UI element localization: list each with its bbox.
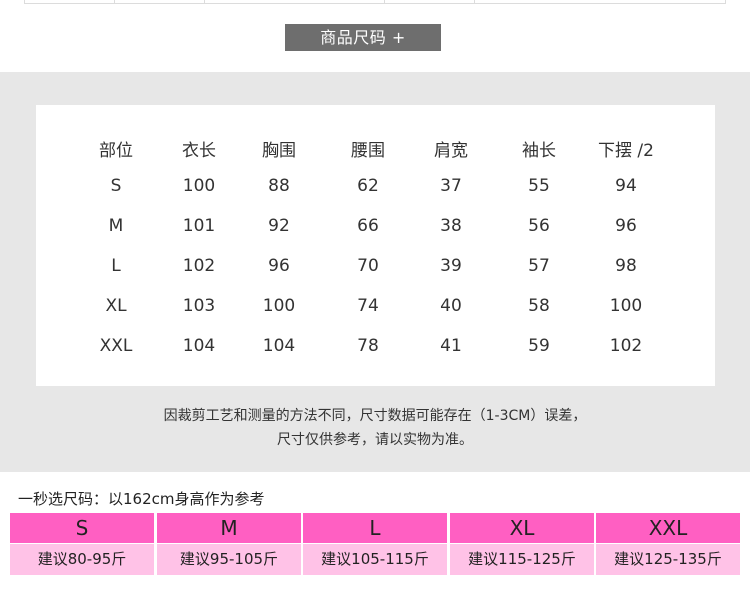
quick-size-weight: 建议115-125斤 — [450, 544, 594, 575]
quick-size-weight: 建议80-95斤 — [10, 544, 154, 575]
size-chart-table: 部位 衣长 胸围 腰围 肩宽 袖长 下摆 /2 S 100 88 62 37 55 94 M 101 92 66 3… — [36, 105, 715, 386]
table-header-cell: 衣长 — [182, 141, 216, 161]
table-header-cell: 部位 — [99, 141, 133, 161]
measurement-note-line-1: 因裁剪工艺和测量的方法不同，尺寸数据可能存在（1-3CM）误差， — [163, 408, 587, 424]
table-cell: 58 — [528, 296, 550, 316]
table-cell: 100 — [609, 296, 643, 316]
quick-size-label: S — [10, 513, 154, 543]
table-cell: 102 — [609, 336, 643, 356]
quick-size-grid: S 建议80-95斤 M 建议95-105斤 L 建议105-115斤 XL 建… — [10, 513, 740, 575]
table-row-size-label: S — [110, 176, 122, 196]
table-cell: 88 — [268, 176, 290, 196]
table-cell: 56 — [528, 216, 550, 236]
quick-size-label: M — [157, 513, 301, 543]
table-cell: 59 — [528, 336, 550, 356]
table-header-cell: 腰围 — [351, 141, 385, 161]
quick-size-label: XL — [450, 513, 594, 543]
table-header-cell: 下摆 /2 — [598, 141, 654, 161]
table-cell: 98 — [615, 256, 637, 276]
quick-size-column: L 建议105-115斤 — [303, 513, 447, 575]
size-chart-card: 部位 衣长 胸围 腰围 肩宽 袖长 下摆 /2 S 100 88 62 37 55 94 M 101 92 66 3… — [36, 105, 715, 386]
table-header-cell: 袖长 — [522, 141, 556, 161]
size-section-banner: 商品尺码 + — [285, 24, 441, 51]
quick-size-column: XXL 建议125-135斤 — [596, 513, 740, 575]
quick-size-weight: 建议95-105斤 — [157, 544, 301, 575]
table-cell: 100 — [262, 296, 296, 316]
quick-size-column: XL 建议115-125斤 — [450, 513, 594, 575]
quick-size-column: M 建议95-105斤 — [157, 513, 301, 575]
table-cell: 101 — [182, 216, 216, 236]
table-cell: 66 — [357, 216, 379, 236]
table-row-size-label: L — [111, 256, 121, 276]
quick-size-weight: 建议105-115斤 — [303, 544, 447, 575]
measurement-note-line-2: 尺寸仅供参考，请以实物为准。 — [277, 432, 473, 448]
table-cell: 37 — [440, 176, 462, 196]
table-cell: 74 — [357, 296, 379, 316]
table-cell: 62 — [357, 176, 379, 196]
table-cell: 103 — [182, 296, 216, 316]
table-cell: 39 — [440, 256, 462, 276]
table-cell: 78 — [357, 336, 379, 356]
table-cell: 40 — [440, 296, 462, 316]
table-cell: 94 — [615, 176, 637, 196]
table-cell: 38 — [440, 216, 462, 236]
table-cell: 96 — [615, 216, 637, 236]
table-header-cell: 肩宽 — [434, 141, 468, 161]
top-table-remnant — [24, 0, 726, 4]
size-chart-panel: 部位 衣长 胸围 腰围 肩宽 袖长 下摆 /2 S 100 88 62 37 55 94 M 101 92 66 3… — [0, 72, 750, 472]
table-cell: 57 — [528, 256, 550, 276]
quick-size-column: S 建议80-95斤 — [10, 513, 154, 575]
table-cell: 104 — [262, 336, 296, 356]
table-cell: 100 — [182, 176, 216, 196]
quick-size-title: 一秒选尺码：以162cm身高作为参考 — [18, 490, 265, 508]
table-row-size-label: XL — [105, 296, 127, 316]
quick-size-weight: 建议125-135斤 — [596, 544, 740, 575]
table-row-size-label: XXL — [99, 336, 133, 356]
quick-size-label: L — [303, 513, 447, 543]
table-cell: 102 — [182, 256, 216, 276]
table-row-size-label: M — [108, 216, 124, 236]
table-cell: 92 — [268, 216, 290, 236]
table-cell: 104 — [182, 336, 216, 356]
quick-size-label: XXL — [596, 513, 740, 543]
table-cell: 70 — [357, 256, 379, 276]
table-cell: 96 — [268, 256, 290, 276]
table-header-cell: 胸围 — [262, 141, 296, 161]
table-cell: 41 — [440, 336, 462, 356]
table-cell: 55 — [528, 176, 550, 196]
